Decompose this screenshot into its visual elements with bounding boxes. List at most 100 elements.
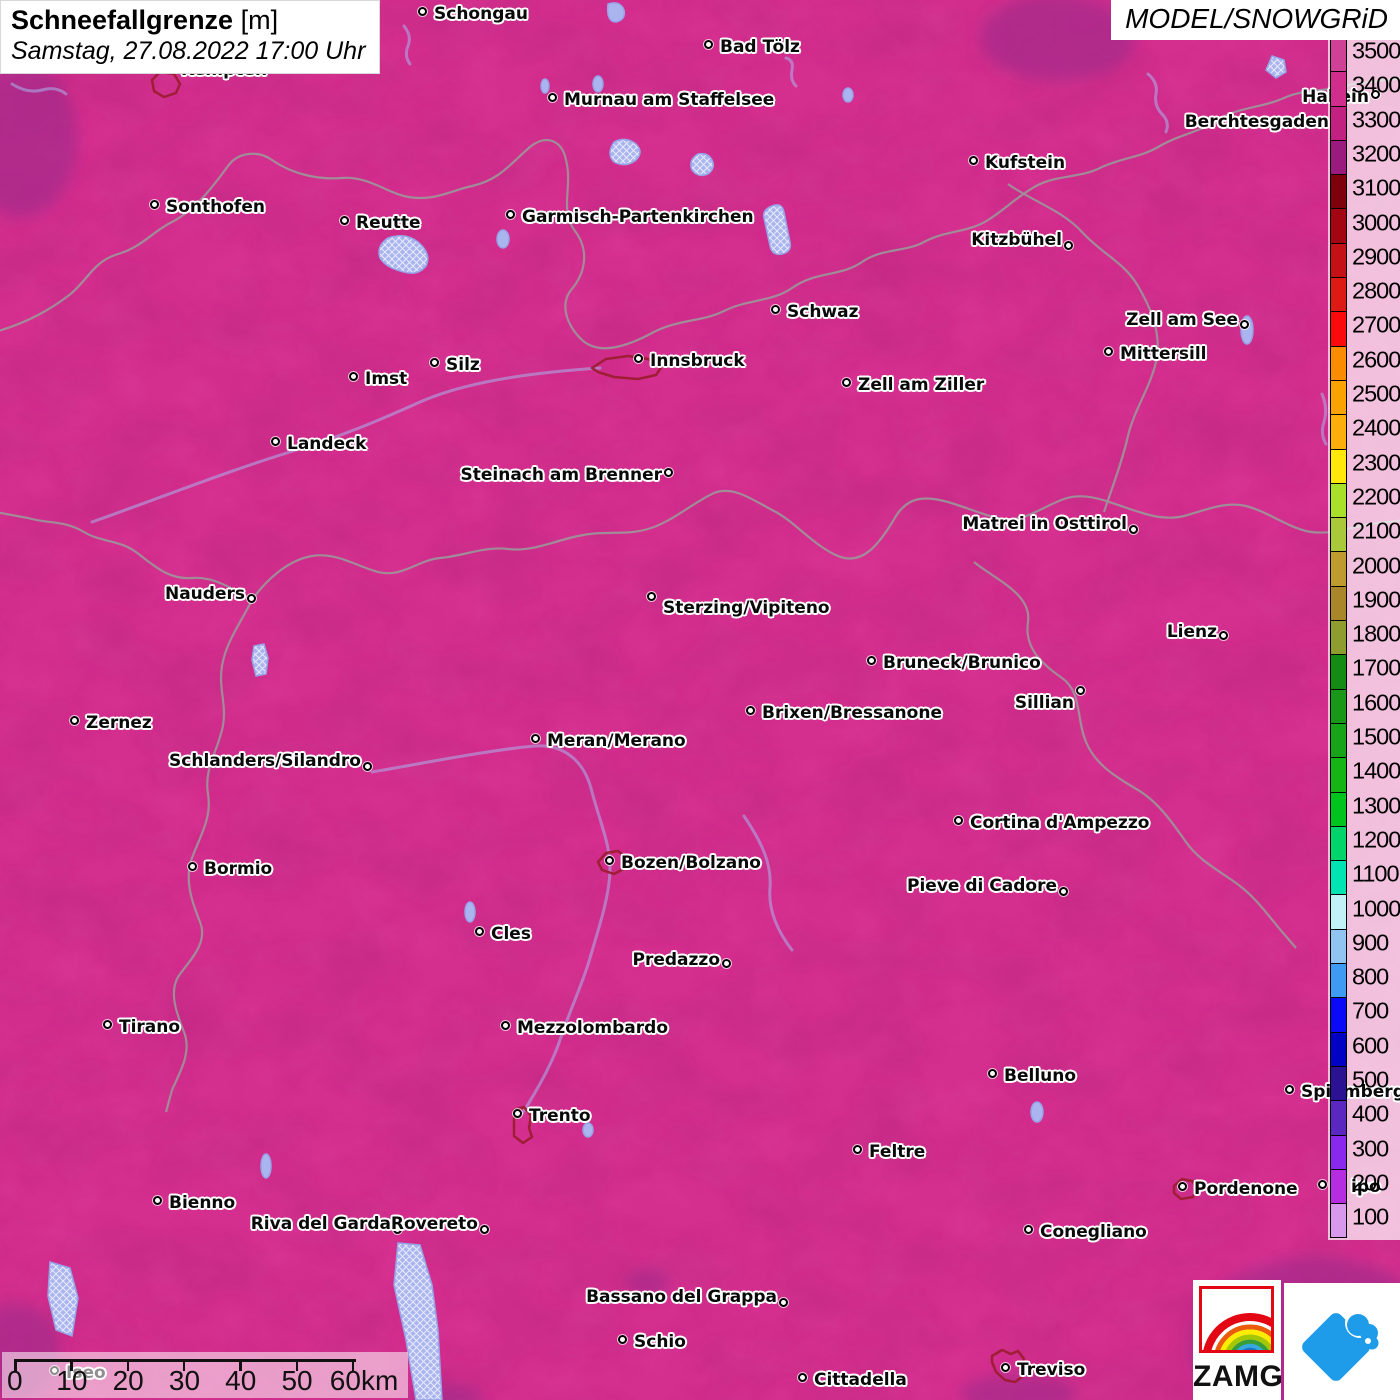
city-label: Schongau [434, 4, 528, 24]
colorbar-tick-label: 1900 [1352, 586, 1400, 613]
city-dot [779, 1298, 788, 1307]
colorbar-tick-label: 3400 [1352, 71, 1400, 98]
city-dot [513, 1109, 522, 1118]
city-dot [480, 1225, 489, 1234]
city-label: Kitzbühel [971, 230, 1062, 250]
colorbar-segment [1331, 448, 1346, 483]
city-label: Meran/Merano [547, 731, 686, 751]
city-marker-layer: SchongauBad TölzKemptenMurnau am Staffel… [0, 0, 1400, 1400]
city-label: Sterzing/Vipiteno [663, 598, 830, 618]
colorbar-segment [1331, 722, 1346, 758]
city-dot [798, 1373, 807, 1382]
city-dot [548, 93, 557, 102]
scalebar-label: 10 [56, 1365, 88, 1396]
city-label: Imst [365, 369, 408, 389]
zamg-rainbow-icon [1199, 1286, 1274, 1353]
city-dot [1076, 686, 1085, 695]
colorbar-segment [1331, 1203, 1346, 1238]
city-label: Bassano del Grappa [586, 1287, 777, 1307]
title-unit: [m] [240, 5, 279, 35]
city-dot [1024, 1225, 1033, 1234]
city-label: Bruneck/Brunico [883, 653, 1041, 673]
colorbar-tick-label: 2900 [1352, 243, 1400, 270]
colorbar-segment [1331, 345, 1346, 380]
colorbar-tick-label: 1500 [1352, 723, 1400, 750]
colorbar-segment [1331, 963, 1346, 998]
scalebar-label: 60km [329, 1365, 399, 1396]
city-label: Cortina d'Ampezzo [970, 813, 1150, 833]
city-dot [634, 354, 643, 363]
colorbar-segment [1331, 791, 1346, 826]
city-label: Schlanders/Silandro [169, 751, 361, 771]
colorbar-segment [1331, 860, 1346, 895]
city-label: Nauders [164, 584, 245, 604]
city-label: Riva del Garda [250, 1214, 391, 1234]
colorbar-segment [1331, 174, 1346, 209]
colorbar-tick-label: 800 [1352, 963, 1389, 990]
colorbar-segment [1331, 277, 1346, 312]
city-dot [70, 716, 79, 725]
city-label: Feltre [869, 1142, 926, 1162]
city-dot [704, 40, 713, 49]
colorbar-tick-label: 1100 [1352, 860, 1400, 887]
city-label: Tirano [119, 1017, 181, 1037]
city-dot [746, 706, 755, 715]
colorbar-tick-label: 1400 [1352, 757, 1400, 784]
colorbar-segment [1331, 1168, 1346, 1204]
city-dot [988, 1069, 997, 1078]
colorbar-segment [1331, 139, 1346, 175]
city-dot [867, 656, 876, 665]
city-label: Treviso [1017, 1360, 1086, 1380]
colorbar-segment [1331, 757, 1346, 792]
colorbar-segment [1331, 414, 1346, 449]
city-label: Schio [634, 1332, 686, 1352]
colorbar-tick-label: 2800 [1352, 277, 1400, 304]
city-dot [722, 959, 731, 968]
city-label: Bienno [169, 1193, 236, 1213]
city-label: Cittadella [814, 1370, 907, 1390]
colorbar-tick-label: 3500 [1352, 37, 1400, 64]
city-dot [349, 372, 358, 381]
title-datetime: Samstag, 27.08.2022 17:00 Uhr [11, 37, 366, 65]
colorbar-tick-label: 500 [1352, 1066, 1389, 1093]
colorbar-segment [1331, 997, 1346, 1032]
city-label: Rovereto [390, 1214, 478, 1234]
city-label: Murnau am Staffelsee [564, 90, 775, 110]
colorbar-segment [1331, 37, 1346, 72]
colorbar-segment [1331, 311, 1346, 346]
map-title: Schneefallgrenze [m] [11, 5, 365, 36]
model-label: MODEL/SNOWGRiD [1111, 0, 1400, 40]
colorbar-tick-label: 3300 [1352, 106, 1400, 133]
city-dot [506, 210, 515, 219]
colorbar-tick-label: 2100 [1352, 517, 1400, 544]
colorbar-segment [1331, 825, 1346, 861]
colorbar-tick-label: 100 [1352, 1203, 1389, 1230]
zamg-wordmark: ZAMG [1193, 1360, 1284, 1393]
city-label: Lienz [1166, 622, 1217, 642]
mountain-cloud-icon [1302, 1308, 1379, 1381]
city-label: Trento [529, 1106, 591, 1126]
city-label: Silz [446, 355, 480, 375]
colorbar-tick-label: 2200 [1352, 483, 1400, 510]
city-dot [153, 1196, 162, 1205]
colorbar-segment [1331, 482, 1346, 518]
city-label: Zernez [86, 713, 152, 733]
city-label: Bad Tölz [720, 37, 800, 57]
city-label: Bozen/Bolzano [621, 853, 761, 873]
city-label: Pordenone [1194, 1179, 1298, 1199]
city-dot [430, 358, 439, 367]
city-label: Landeck [287, 434, 367, 454]
city-dot [1129, 525, 1138, 534]
city-dot [1001, 1363, 1010, 1372]
title-variable: Schneefallgrenze [11, 5, 234, 35]
colorbar-tick-label: 900 [1352, 929, 1389, 956]
colorbar-tick-label: 3200 [1352, 140, 1400, 167]
colorbar-tick-label: 1800 [1352, 620, 1400, 647]
city-label: Kufstein [985, 153, 1066, 173]
city-label: Belluno [1004, 1066, 1077, 1086]
city-dot [842, 378, 851, 387]
city-label: Mezzolombardo [517, 1018, 669, 1038]
city-dot [1318, 1180, 1327, 1189]
snowgrid-logo [1284, 1283, 1400, 1400]
city-dot [271, 437, 280, 446]
